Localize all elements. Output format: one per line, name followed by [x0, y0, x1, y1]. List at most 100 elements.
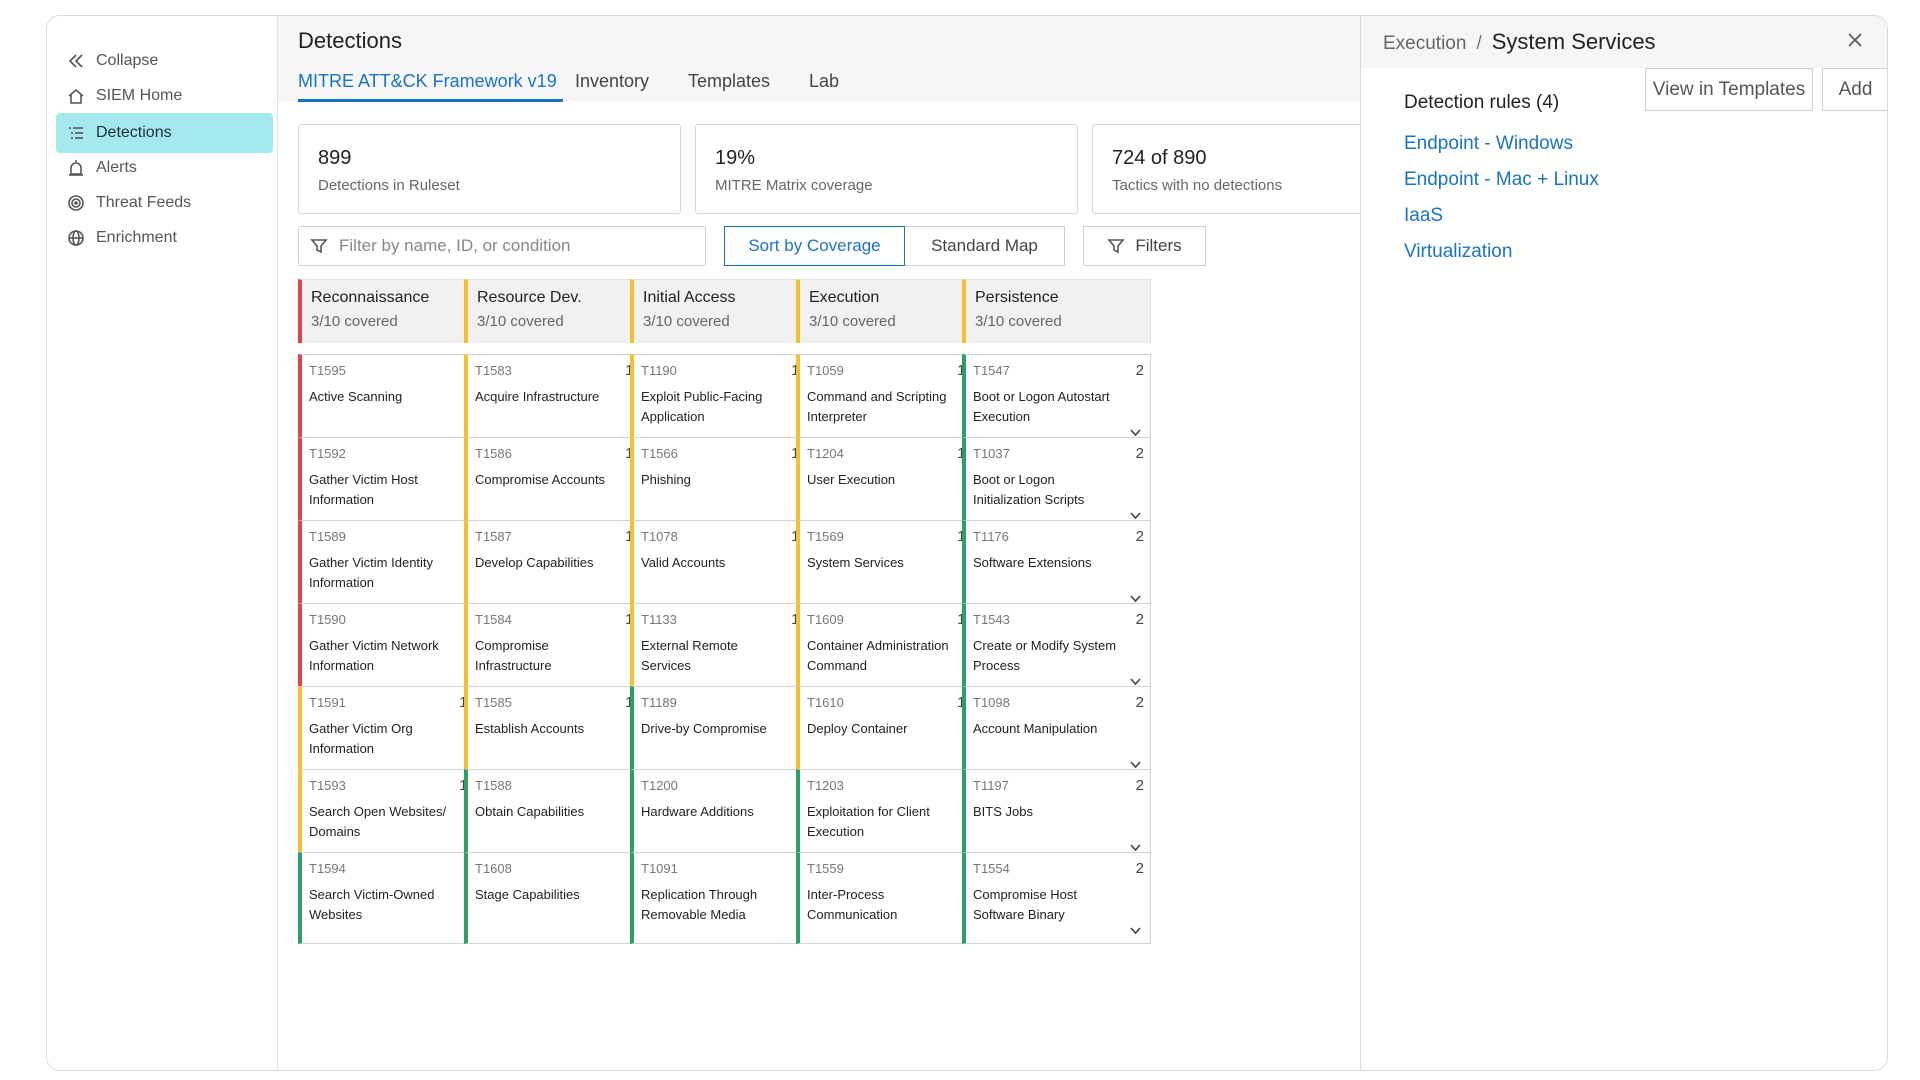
stat-label: Detections in Ruleset	[318, 177, 460, 194]
technique-name: Gather Victim Network Information	[309, 638, 439, 673]
filter-input[interactable]	[298, 226, 706, 266]
tactic-coverage: 3/10 covered	[311, 313, 398, 330]
technique-card[interactable]: T15861/2Compromise Accounts	[464, 437, 653, 529]
tactic-title: Initial Access	[643, 289, 736, 306]
breadcrumb-parent[interactable]: Execution	[1383, 33, 1466, 54]
technique-card[interactable]: T10591/2Command and Scripting Interprete…	[796, 354, 985, 446]
technique-name: Deploy Container	[807, 721, 908, 736]
technique-name: Compromise Infrastructure	[475, 638, 552, 673]
stat-value: 899	[318, 147, 352, 169]
technique-name: Stage Capabilities	[475, 887, 580, 902]
technique-id: T1554	[973, 861, 1010, 876]
technique-card[interactable]: T15902Gather Victim Network Information	[298, 603, 487, 695]
technique-card[interactable]: T15851/2Establish Accounts	[464, 686, 653, 778]
technique-card[interactable]: T10781/2Valid Accounts	[630, 520, 819, 612]
tactic-header[interactable]: Reconnaissance 3/10 covered	[298, 279, 487, 343]
technique-id: T1176	[973, 529, 1009, 544]
technique-card[interactable]: T1547 2 Boot or Logon Autostart Execution	[962, 354, 1151, 446]
technique-card[interactable]: T16091/2Container Administration Command	[796, 603, 985, 695]
technique-card[interactable]: T12041/2User Execution	[796, 437, 985, 529]
breadcrumb-separator: /	[1476, 33, 1482, 54]
technique-name: Replication Through Removable Media	[641, 887, 758, 922]
technique-card[interactable]: T15952Active Scanning	[298, 354, 487, 446]
tactic-header[interactable]: Resource Dev. 3/10 covered	[464, 279, 653, 343]
add-button[interactable]: Add	[1822, 68, 1887, 111]
rule-link-iaas[interactable]: IaaS	[1404, 205, 1443, 227]
sidebar-item-alerts[interactable]: Alerts	[56, 148, 273, 188]
chevron-down-icon[interactable]	[1129, 924, 1142, 937]
technique-card[interactable]: T16082Stage Capabilities	[464, 852, 653, 944]
tab-inventory[interactable]: Inventory	[575, 71, 649, 92]
stat-value: 19%	[715, 147, 756, 169]
technique-card[interactable]: T1197 2 BITS Jobs	[962, 769, 1151, 861]
technique-card[interactable]: T11901/2Exploit Public-Facing Applicatio…	[630, 354, 819, 446]
tab-templates[interactable]: Templates	[688, 71, 770, 92]
technique-card[interactable]: T11892Drive-by Compromise	[630, 686, 819, 778]
technique-card[interactable]: T15922Gather Victim Host Information	[298, 437, 487, 529]
technique-card[interactable]: T15841/2Compromise Infrastructure	[464, 603, 653, 695]
technique-card[interactable]: T1554 2 Compromise Host Software Binary	[962, 852, 1151, 944]
technique-card[interactable]: T1543 2 Create or Modify System Process	[962, 603, 1151, 695]
tactic-coverage: 3/10 covered	[477, 313, 564, 330]
close-icon[interactable]	[1846, 31, 1866, 51]
technique-id: T1592	[309, 446, 346, 461]
stat-value: 724 of 890	[1112, 147, 1207, 169]
sort-by-coverage-button[interactable]: Sort by Coverage	[724, 226, 905, 266]
tab-mitre-attack[interactable]: MITRE ATT&CK Framework v19	[298, 71, 557, 92]
technique-id: T1587	[475, 529, 512, 544]
sidebar-item-threat-feeds[interactable]: Threat Feeds	[56, 183, 273, 223]
technique-name: Active Scanning	[309, 389, 403, 404]
tab-lab[interactable]: Lab	[809, 71, 839, 92]
technique-id: T1091	[641, 861, 678, 876]
technique-id: T1204	[807, 446, 844, 461]
sidebar-item-siem-home[interactable]: SIEM Home	[56, 76, 273, 116]
technique-card[interactable]: T11331/2External Remote Services	[630, 603, 819, 695]
app-window: Collapse SIEM Home Detections Alerts Thr…	[46, 15, 1888, 1071]
tactic-header[interactable]: Initial Access 3/10 covered	[630, 279, 819, 343]
technique-card[interactable]: T10912Replication Through Removable Medi…	[630, 852, 819, 944]
view-in-templates-button[interactable]: View in Templates	[1645, 68, 1813, 111]
technique-card[interactable]: T12032Exploitation for Client Execution	[796, 769, 985, 861]
standard-map-button[interactable]: Standard Map	[904, 226, 1065, 266]
technique-name: Create or Modify System Process	[973, 638, 1117, 673]
technique-count: 2	[1135, 362, 1144, 379]
stat-detections-in-ruleset: 899 Detections in Ruleset	[298, 124, 681, 214]
technique-card[interactable]: T12002Hardware Additions	[630, 769, 819, 861]
technique-id: T1078	[641, 529, 678, 544]
tactic-coverage: 3/10 covered	[975, 313, 1062, 330]
sidebar-item-enrichment[interactable]: Enrichment	[56, 218, 273, 258]
technique-card[interactable]: T15911/2Gather Victim Org Information	[298, 686, 487, 778]
rule-link-endpoint-mac-linux[interactable]: Endpoint - Mac + Linux	[1404, 169, 1599, 191]
filter-icon	[310, 237, 328, 255]
technique-name: Phishing	[641, 472, 691, 487]
technique-card[interactable]: T15931/2Search Open Websites/ Domains	[298, 769, 487, 861]
technique-card[interactable]: T15831/2Acquire Infrastructure	[464, 354, 653, 446]
technique-id: T1098	[973, 695, 1010, 710]
stat-label: MITRE Matrix coverage	[715, 177, 873, 194]
technique-card[interactable]: T1037 2 Boot or Logon Initialization Scrip…	[962, 437, 1151, 529]
breadcrumb: Execution / System Services	[1383, 29, 1656, 55]
sidebar-item-detections[interactable]: Detections	[56, 113, 273, 153]
technique-name: Obtain Capabilities	[475, 804, 585, 819]
technique-name: Gather Victim Org Information	[309, 721, 413, 756]
technique-card[interactable]: T15942Search Victim-Owned Websites	[298, 852, 487, 944]
rule-link-endpoint-windows[interactable]: Endpoint - Windows	[1404, 133, 1573, 155]
tactic-header[interactable]: Execution 3/10 covered	[796, 279, 985, 343]
technique-card[interactable]: T15592Inter-Process Communication	[796, 852, 985, 944]
filters-button[interactable]: Filters	[1083, 226, 1206, 266]
sidebar-item-collapse[interactable]: Collapse	[56, 41, 273, 81]
technique-card[interactable]: T15871/2Develop Capabilities	[464, 520, 653, 612]
technique-card[interactable]: T16101/2Deploy Container	[796, 686, 985, 778]
technique-card[interactable]: T1098 2 Account Manipulation	[962, 686, 1151, 778]
technique-card[interactable]: T15892Gather Victim Identity Information	[298, 520, 487, 612]
technique-name: BITS Jobs	[973, 804, 1033, 819]
technique-card[interactable]: T1176 2 Software Extensions	[962, 520, 1151, 612]
technique-card[interactable]: T15661/2Phishing	[630, 437, 819, 529]
technique-card[interactable]: T15691/2System Services	[796, 520, 985, 612]
technique-name: Hardware Additions	[641, 804, 754, 819]
technique-count: 2	[1135, 694, 1144, 711]
technique-card[interactable]: T15882Obtain Capabilities	[464, 769, 653, 861]
tactic-header[interactable]: Persistence 3/10 covered	[962, 279, 1151, 343]
detection-rules-title: Detection rules (4)	[1404, 92, 1560, 113]
rule-link-virtualization[interactable]: Virtualization	[1404, 241, 1512, 263]
